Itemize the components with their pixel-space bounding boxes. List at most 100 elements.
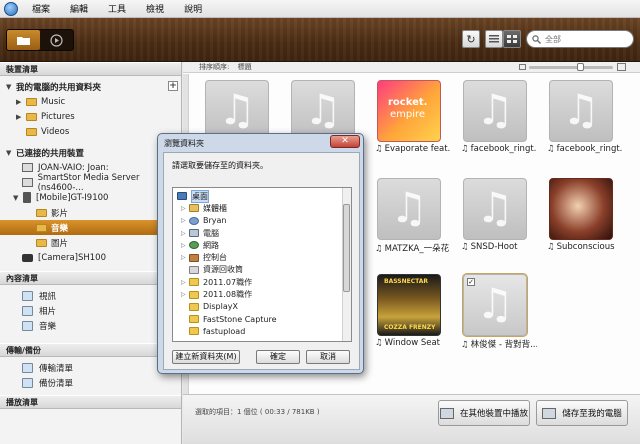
sidebar-item-mobile-videos[interactable]: 影片 bbox=[0, 205, 181, 220]
media-tile[interactable]: ♫ Subconscious bbox=[547, 178, 617, 252]
folder-icon bbox=[26, 112, 37, 121]
connected-devices-title[interactable]: ▼ 已連接的共用裝置 bbox=[0, 145, 181, 160]
browse-folder-button[interactable] bbox=[7, 30, 40, 50]
collapsed-triangle-icon: ▷ bbox=[181, 241, 186, 249]
cancel-button[interactable]: 取消 bbox=[306, 350, 350, 364]
sidebar-item-mobile-music[interactable]: 音樂 bbox=[0, 220, 181, 235]
tree-node-libraries[interactable]: ▷ 媒體櫃 bbox=[181, 202, 227, 214]
collapsed-triangle-icon: ▷ bbox=[181, 291, 186, 299]
computer-icon bbox=[22, 163, 33, 172]
tree-node-recycle-bin[interactable]: 資源回收筒 bbox=[189, 264, 243, 276]
play-mode-button[interactable] bbox=[40, 30, 73, 50]
sort-label: 排序順序: bbox=[199, 63, 230, 71]
app-logo-icon bbox=[4, 1, 18, 16]
music-placeholder-thumbnail bbox=[463, 178, 527, 240]
sidebar-item-backup-list[interactable]: 備份清單 bbox=[0, 375, 181, 390]
list-view-icon bbox=[489, 35, 499, 43]
search-icon bbox=[532, 34, 541, 44]
grid-view-icon bbox=[507, 35, 517, 43]
folder-open-icon bbox=[16, 36, 30, 45]
sidebar-item-music[interactable]: ▶ Music bbox=[0, 94, 181, 109]
list-view-button[interactable] bbox=[485, 30, 503, 48]
media-tile[interactable]: ♫MATZKA_一朵花 bbox=[375, 178, 449, 254]
dialog-close-button[interactable]: ✕ bbox=[330, 135, 360, 148]
media-tile[interactable]: rocket. empire ♫ Evaporate feat... bbox=[375, 80, 451, 154]
my-shared-folders-title[interactable]: ▼ 我的電腦的共用資料夾 + bbox=[0, 79, 181, 94]
expanded-triangle-icon: ▼ bbox=[6, 148, 12, 157]
sidebar-item-content-video[interactable]: 視訊 bbox=[0, 288, 181, 303]
sort-dropdown[interactable]: 標題 bbox=[238, 63, 252, 71]
computer-icon bbox=[189, 229, 199, 238]
tree-node-network[interactable]: ▷ 網路 bbox=[181, 239, 219, 251]
grid-view-button[interactable] bbox=[503, 30, 521, 48]
sidebar-item-transfer-list[interactable]: 傳輸清單 bbox=[0, 360, 181, 375]
network-icon bbox=[189, 241, 199, 250]
sidebar-item-camera[interactable]: [Camera]SH100 bbox=[0, 250, 181, 265]
app-window: 檔案 編輯 工具 檢視 說明 ↻ 全部 裝置清單 ▼ 我的電腦的共用資料夾 + … bbox=[0, 0, 640, 444]
sidebar-item-videos[interactable]: Videos bbox=[0, 124, 181, 139]
camera-icon bbox=[22, 253, 33, 262]
music-note-icon: ♫ bbox=[547, 144, 555, 154]
sidebar-item-pictures[interactable]: ▶ Pictures bbox=[0, 109, 181, 124]
expanded-triangle-icon: ▼ bbox=[6, 82, 12, 91]
collapsed-triangle-icon: ▷ bbox=[181, 204, 186, 212]
album-art-subconscious bbox=[549, 178, 613, 240]
zoom-slider-track[interactable] bbox=[529, 66, 613, 69]
device-list-header: 裝置清單 bbox=[0, 62, 181, 76]
folder-icon bbox=[189, 315, 199, 324]
menu-tools[interactable]: 工具 bbox=[108, 2, 126, 15]
ok-button[interactable]: 確定 bbox=[256, 350, 300, 364]
tree-node-control-panel[interactable]: ▷ 控制台 bbox=[181, 252, 227, 264]
sidebar-item-mobile-pictures[interactable]: 圖片 bbox=[0, 235, 181, 250]
menu-file[interactable]: 檔案 bbox=[32, 2, 50, 15]
zoom-large-icon[interactable] bbox=[617, 63, 626, 71]
play-circle-icon bbox=[50, 33, 63, 47]
media-tile-selected[interactable]: ✓ ♫林俊傑 - 背對背... bbox=[461, 273, 537, 350]
menu-help[interactable]: 說明 bbox=[184, 2, 202, 15]
refresh-button[interactable]: ↻ bbox=[462, 30, 480, 48]
search-input[interactable] bbox=[545, 34, 625, 44]
sidebar-item-mobile[interactable]: ▼ [Mobile]GT-I9100 bbox=[0, 190, 181, 205]
menu-view[interactable]: 檢視 bbox=[146, 2, 164, 15]
tree-node-folder[interactable]: ▷ 2011.07職作 bbox=[181, 276, 252, 288]
tree-node-bryan[interactable]: ▷ Bryan bbox=[181, 215, 226, 227]
music-note-icon: ♫ bbox=[461, 242, 469, 252]
sidebar-item-smartstor[interactable]: SmartStor Media Server (ns4600-... bbox=[0, 173, 181, 193]
music-placeholder-thumbnail bbox=[549, 80, 613, 142]
refresh-icon: ↻ bbox=[466, 32, 476, 46]
phone-icon bbox=[23, 192, 31, 203]
sidebar-item-content-photo[interactable]: 相片 bbox=[0, 303, 181, 318]
zoom-slider-thumb[interactable] bbox=[577, 63, 584, 71]
folder-icon bbox=[36, 223, 47, 232]
new-folder-button[interactable]: 建立新資料夾(M) bbox=[172, 350, 240, 364]
close-icon: ✕ bbox=[341, 136, 349, 146]
tree-node-folder[interactable]: ▷ 2011.08職作 bbox=[181, 288, 252, 300]
album-art-cozza-frenzy: BASSNECTAR COZZA FRENZY bbox=[377, 274, 441, 336]
media-tile[interactable]: ♫SNSD-Hoot bbox=[461, 178, 531, 252]
media-tile[interactable]: ♫facebook_ringt... bbox=[461, 80, 537, 154]
folder-icon bbox=[189, 290, 199, 299]
status-bar: 選取的項目：1 個位 ( 00:33 / 781KB ) 在其他裝置中播放 儲存… bbox=[183, 394, 640, 444]
playlist-header: 播放清單 bbox=[0, 395, 181, 409]
menu-edit[interactable]: 編輯 bbox=[70, 2, 88, 15]
tree-scrollbar-thumb[interactable] bbox=[343, 204, 350, 292]
zoom-small-icon[interactable] bbox=[519, 64, 526, 70]
backup-icon bbox=[22, 377, 33, 388]
tree-node-desktop[interactable]: 桌面 bbox=[177, 189, 209, 203]
add-folder-button[interactable]: + bbox=[168, 81, 178, 91]
folder-icon bbox=[36, 208, 47, 217]
sidebar-item-content-music[interactable]: 音樂 bbox=[0, 318, 181, 333]
tree-node-computer[interactable]: ▷ 電腦 bbox=[181, 227, 219, 239]
tile-checkbox[interactable]: ✓ bbox=[467, 278, 475, 286]
media-tile[interactable]: ♫facebook_ringt... bbox=[547, 80, 623, 154]
tree-node-folder[interactable]: fastupload bbox=[189, 325, 245, 337]
selection-status: 選取的項目：1 個位 ( 00:33 / 781KB ) bbox=[195, 408, 320, 416]
media-tile[interactable]: BASSNECTAR COZZA FRENZY ♫ Window Seat bbox=[375, 274, 445, 348]
collapsed-triangle-icon: ▷ bbox=[181, 278, 186, 286]
tree-node-folder[interactable]: DisplayX bbox=[189, 301, 238, 313]
play-on-other-device-button[interactable]: 在其他裝置中播放 bbox=[438, 400, 530, 426]
save-to-pc-button[interactable]: 儲存至我的電腦 bbox=[536, 400, 628, 426]
tile-label: ♫ 林俊傑 - 背對背... bbox=[461, 340, 537, 350]
tree-node-folder[interactable]: FastStone Capture bbox=[189, 313, 277, 325]
transfer-icon bbox=[22, 362, 33, 373]
